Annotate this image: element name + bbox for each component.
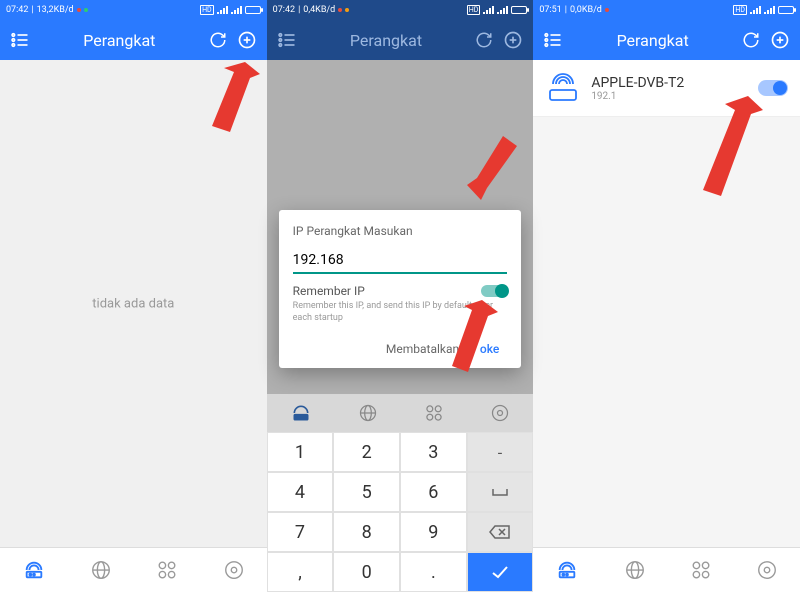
volte-icon: HD <box>467 5 481 15</box>
add-icon[interactable] <box>503 30 523 50</box>
key-1[interactable]: 1 <box>267 432 334 472</box>
volte-icon: HD <box>200 5 214 15</box>
bottom-nav <box>533 547 800 592</box>
key-5[interactable]: 5 <box>333 472 400 512</box>
signal-icon <box>231 6 242 14</box>
key-4[interactable]: 4 <box>267 472 334 512</box>
key-8[interactable]: 8 <box>333 512 400 552</box>
key-space[interactable] <box>467 472 534 512</box>
key-minus[interactable]: - <box>467 432 534 472</box>
add-icon[interactable] <box>770 30 790 50</box>
tab-device-icon[interactable] <box>290 403 312 423</box>
key-9[interactable]: 9 <box>400 512 467 552</box>
menu-list-icon[interactable] <box>543 30 563 50</box>
refresh-icon[interactable] <box>209 31 227 49</box>
status-net: 13,2KB/d <box>37 5 74 15</box>
key-7[interactable]: 7 <box>267 512 334 552</box>
status-bar: 07:42 | 13,2KB/d HD <box>0 0 267 20</box>
tutorial-arrow-icon <box>200 62 260 142</box>
remember-ip-label: Remember IP <box>293 284 365 298</box>
screen-3: 07:51 | 0,0KB/d HD Perangkat <box>533 0 800 592</box>
add-icon[interactable] <box>237 30 257 50</box>
page-title: Perangkat <box>297 31 476 50</box>
refresh-icon[interactable] <box>742 31 760 49</box>
tab-globe-icon[interactable] <box>358 403 378 423</box>
status-bar: 07:42 | 0,4KB/d HD <box>267 0 534 20</box>
nav-target-icon[interactable] <box>223 559 245 581</box>
nav-target-icon[interactable] <box>756 559 778 581</box>
tab-target-icon[interactable] <box>490 403 510 423</box>
ip-input-field[interactable] <box>293 248 508 274</box>
battery-icon <box>245 6 261 14</box>
tab-apps-icon[interactable] <box>424 403 444 423</box>
nav-apps-icon[interactable] <box>156 559 178 581</box>
status-time: 07:51 <box>539 5 561 15</box>
key-dot[interactable]: . <box>400 552 467 592</box>
tutorial-arrow-icon <box>467 130 523 200</box>
volte-icon: HD <box>733 5 747 15</box>
numeric-keypad: 1 2 3 - 4 5 6 7 8 9 <box>267 432 534 592</box>
nav-device-icon[interactable] <box>22 559 46 581</box>
status-bar: 07:51 | 0,0KB/d HD <box>533 0 800 20</box>
page-title: Perangkat <box>563 31 742 50</box>
signal-icon <box>217 6 228 14</box>
category-tabs <box>267 394 534 432</box>
bottom-nav <box>0 547 267 592</box>
status-net: 0,4KB/d <box>303 5 335 15</box>
tutorial-arrow-icon <box>693 96 763 206</box>
screen-1: 07:42 | 13,2KB/d HD Perangkat tidak ada <box>0 0 267 592</box>
key-0[interactable]: 0 <box>333 552 400 592</box>
key-2[interactable]: 2 <box>333 432 400 472</box>
notif-dot-icon <box>77 8 81 12</box>
battery-icon <box>511 6 527 14</box>
key-enter[interactable] <box>467 552 534 592</box>
notif-dot-icon <box>84 8 88 12</box>
status-time: 07:42 <box>6 5 28 15</box>
signal-icon <box>764 6 775 14</box>
refresh-icon[interactable] <box>475 31 493 49</box>
empty-state-text: tidak ada data <box>92 296 174 311</box>
app-bar: Perangkat <box>267 20 534 60</box>
nav-device-icon[interactable] <box>555 559 579 581</box>
app-bar: Perangkat <box>0 20 267 60</box>
signal-icon <box>497 6 508 14</box>
status-net: 0,0KB/d <box>570 5 602 15</box>
menu-list-icon[interactable] <box>10 30 30 50</box>
battery-icon <box>778 6 794 14</box>
nav-apps-icon[interactable] <box>690 559 712 581</box>
key-comma[interactable]: , <box>267 552 334 592</box>
app-bar: Perangkat <box>533 20 800 60</box>
router-icon <box>545 70 581 106</box>
remember-ip-toggle[interactable] <box>481 285 507 297</box>
nav-globe-icon[interactable] <box>90 559 112 581</box>
key-backspace[interactable] <box>467 512 534 552</box>
status-time: 07:42 <box>273 5 295 15</box>
page-title: Perangkat <box>30 31 209 50</box>
screen-2: 07:42 | 0,4KB/d HD Perangkat IP <box>267 0 534 592</box>
notif-dot-icon <box>345 8 349 12</box>
device-name: APPLE-DVB-T2 <box>591 75 748 91</box>
notif-dot-icon <box>605 8 609 12</box>
nav-globe-icon[interactable] <box>624 559 646 581</box>
notif-dot-icon <box>338 8 342 12</box>
menu-list-icon[interactable] <box>277 30 297 50</box>
device-toggle[interactable] <box>758 80 788 96</box>
dialog-title: IP Perangkat Masukan <box>293 224 508 238</box>
key-3[interactable]: 3 <box>400 432 467 472</box>
signal-icon <box>483 6 494 14</box>
signal-icon <box>750 6 761 14</box>
tutorial-arrow-icon <box>442 300 498 380</box>
key-6[interactable]: 6 <box>400 472 467 512</box>
